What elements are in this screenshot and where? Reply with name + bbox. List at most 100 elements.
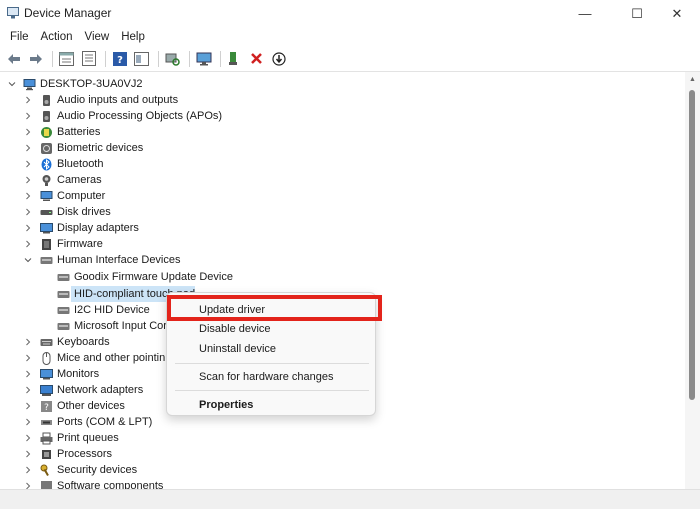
help-icon: ? (112, 51, 127, 66)
tree-item-label: Other devices (57, 400, 125, 412)
chevron-right-icon[interactable] (23, 111, 33, 121)
menu-separator (175, 390, 369, 391)
properties-menu-item[interactable]: Properties (199, 399, 253, 411)
tree-item-label: Cameras (57, 174, 102, 186)
svg-text:?: ? (117, 55, 123, 66)
menu-bar: File Action View Help (0, 27, 700, 47)
uninstall-button[interactable] (247, 49, 266, 68)
chevron-right-icon[interactable] (23, 337, 33, 347)
uninstall-device-menu-item[interactable]: Uninstall device (199, 343, 276, 355)
cpu-icon (42, 449, 51, 459)
tree-child-item[interactable]: Goodix Firmware Update Device (0, 269, 300, 285)
scan-hardware-button[interactable] (163, 49, 182, 68)
enable-device-button[interactable] (225, 49, 244, 68)
disable-device-menu-item[interactable]: Disable device (199, 323, 271, 335)
chevron-right-icon[interactable] (23, 481, 33, 489)
tree-item-label: Human Interface Devices (57, 254, 181, 266)
maximize-icon: ☐ (631, 5, 643, 21)
update-driver-button[interactable] (269, 49, 288, 68)
menu-action[interactable]: Action (35, 31, 79, 43)
tree-root[interactable]: DESKTOP-3UA0VJ2 (0, 76, 300, 92)
menu-file[interactable]: File (4, 31, 35, 43)
minimize-icon: — (578, 6, 592, 21)
monitor-icon (40, 368, 53, 379)
chevron-right-icon[interactable] (23, 353, 33, 363)
tree-item[interactable]: Biometric devices (0, 140, 300, 156)
display-icon (40, 222, 53, 233)
chevron-right-icon[interactable] (23, 191, 33, 201)
chevron-right-icon[interactable] (23, 433, 33, 443)
tree-item[interactable]: Computer (0, 188, 300, 204)
close-button[interactable]: ✕ (654, 0, 700, 27)
scan-hardware-icon (165, 53, 180, 66)
tree-item-expanded[interactable]: Human Interface Devices (0, 252, 300, 268)
tree-item[interactable]: Software components (0, 478, 300, 489)
chevron-right-icon[interactable] (23, 207, 33, 217)
tree-item[interactable]: Ports (COM & LPT) (0, 414, 300, 430)
component-icon (41, 480, 52, 489)
chevron-right-icon[interactable] (23, 385, 33, 395)
hid-icon (57, 306, 70, 314)
tree-item[interactable]: Bluetooth (0, 156, 300, 172)
chip-icon (42, 238, 51, 250)
tree-item-label: I2C HID Device (74, 304, 150, 316)
tree-item-label: Processors (57, 448, 113, 460)
window-title: Device Manager (24, 6, 112, 20)
chevron-right-icon[interactable] (23, 95, 33, 105)
minimize-button[interactable]: — (562, 0, 608, 27)
tree-item-label: Goodix Firmware Update Device (74, 271, 233, 283)
tree-item[interactable]: Processors (0, 446, 300, 462)
update-driver-highlight-box (167, 295, 382, 321)
tree-item[interactable]: Audio Processing Objects (APOs) (0, 108, 300, 124)
chevron-right-icon[interactable] (23, 127, 33, 137)
chevron-right-icon[interactable] (23, 449, 33, 459)
tree-item-label: Microsoft Input Cor (74, 320, 167, 332)
scan-hardware-menu-item[interactable]: Scan for hardware changes (199, 371, 334, 383)
back-button[interactable] (4, 49, 23, 68)
toolbar-separator (220, 50, 221, 67)
chevron-right-icon[interactable] (23, 369, 33, 379)
chevron-right-icon[interactable] (23, 401, 33, 411)
toolbar-separator (52, 50, 53, 67)
chevron-right-icon[interactable] (23, 175, 33, 185)
vertical-scrollbar[interactable]: ▲ (685, 72, 700, 489)
chevron-down-icon[interactable] (7, 79, 17, 89)
camera-icon (42, 174, 51, 186)
chevron-right-icon[interactable] (23, 143, 33, 153)
chevron-right-icon[interactable] (23, 223, 33, 233)
update-download-icon (271, 51, 286, 66)
tree-item[interactable]: Firmware (0, 236, 300, 252)
tree-item[interactable]: Batteries (0, 124, 300, 140)
tree-item[interactable]: Cameras (0, 172, 300, 188)
view-button[interactable] (132, 49, 151, 68)
scroll-thumb[interactable] (689, 90, 695, 400)
hid-icon (57, 273, 70, 281)
chevron-down-icon[interactable] (23, 255, 33, 265)
chevron-right-icon[interactable] (23, 417, 33, 427)
chevron-right-icon[interactable] (23, 465, 33, 475)
tree-item[interactable]: Display adapters (0, 220, 300, 236)
chevron-right-icon[interactable] (23, 239, 33, 249)
enable-device-icon (228, 52, 237, 65)
tree-item[interactable]: Print queues (0, 430, 300, 446)
device-manager-app-icon (7, 7, 19, 19)
disk-icon (40, 209, 53, 215)
tree-item[interactable]: Security devices (0, 462, 300, 478)
tree-item-label: Software components (57, 480, 164, 489)
device-list-button[interactable] (79, 49, 98, 68)
forward-button[interactable] (26, 49, 45, 68)
chevron-right-icon[interactable] (23, 159, 33, 169)
tree-item-label: Monitors (57, 368, 100, 380)
properties-pane-button[interactable] (57, 49, 76, 68)
menu-help[interactable]: Help (115, 31, 151, 43)
tree-item[interactable]: Audio inputs and outputs (0, 92, 300, 108)
forward-icon (29, 53, 42, 64)
hid-icon (57, 290, 70, 298)
menu-view[interactable]: View (79, 31, 116, 43)
monitor-button[interactable] (194, 49, 213, 68)
scroll-up-icon[interactable]: ▲ (685, 76, 700, 86)
help-button[interactable]: ? (110, 49, 129, 68)
tree-item[interactable]: Disk drives (0, 204, 300, 220)
back-icon (7, 53, 20, 64)
tree-item-label: Display adapters (57, 222, 139, 234)
